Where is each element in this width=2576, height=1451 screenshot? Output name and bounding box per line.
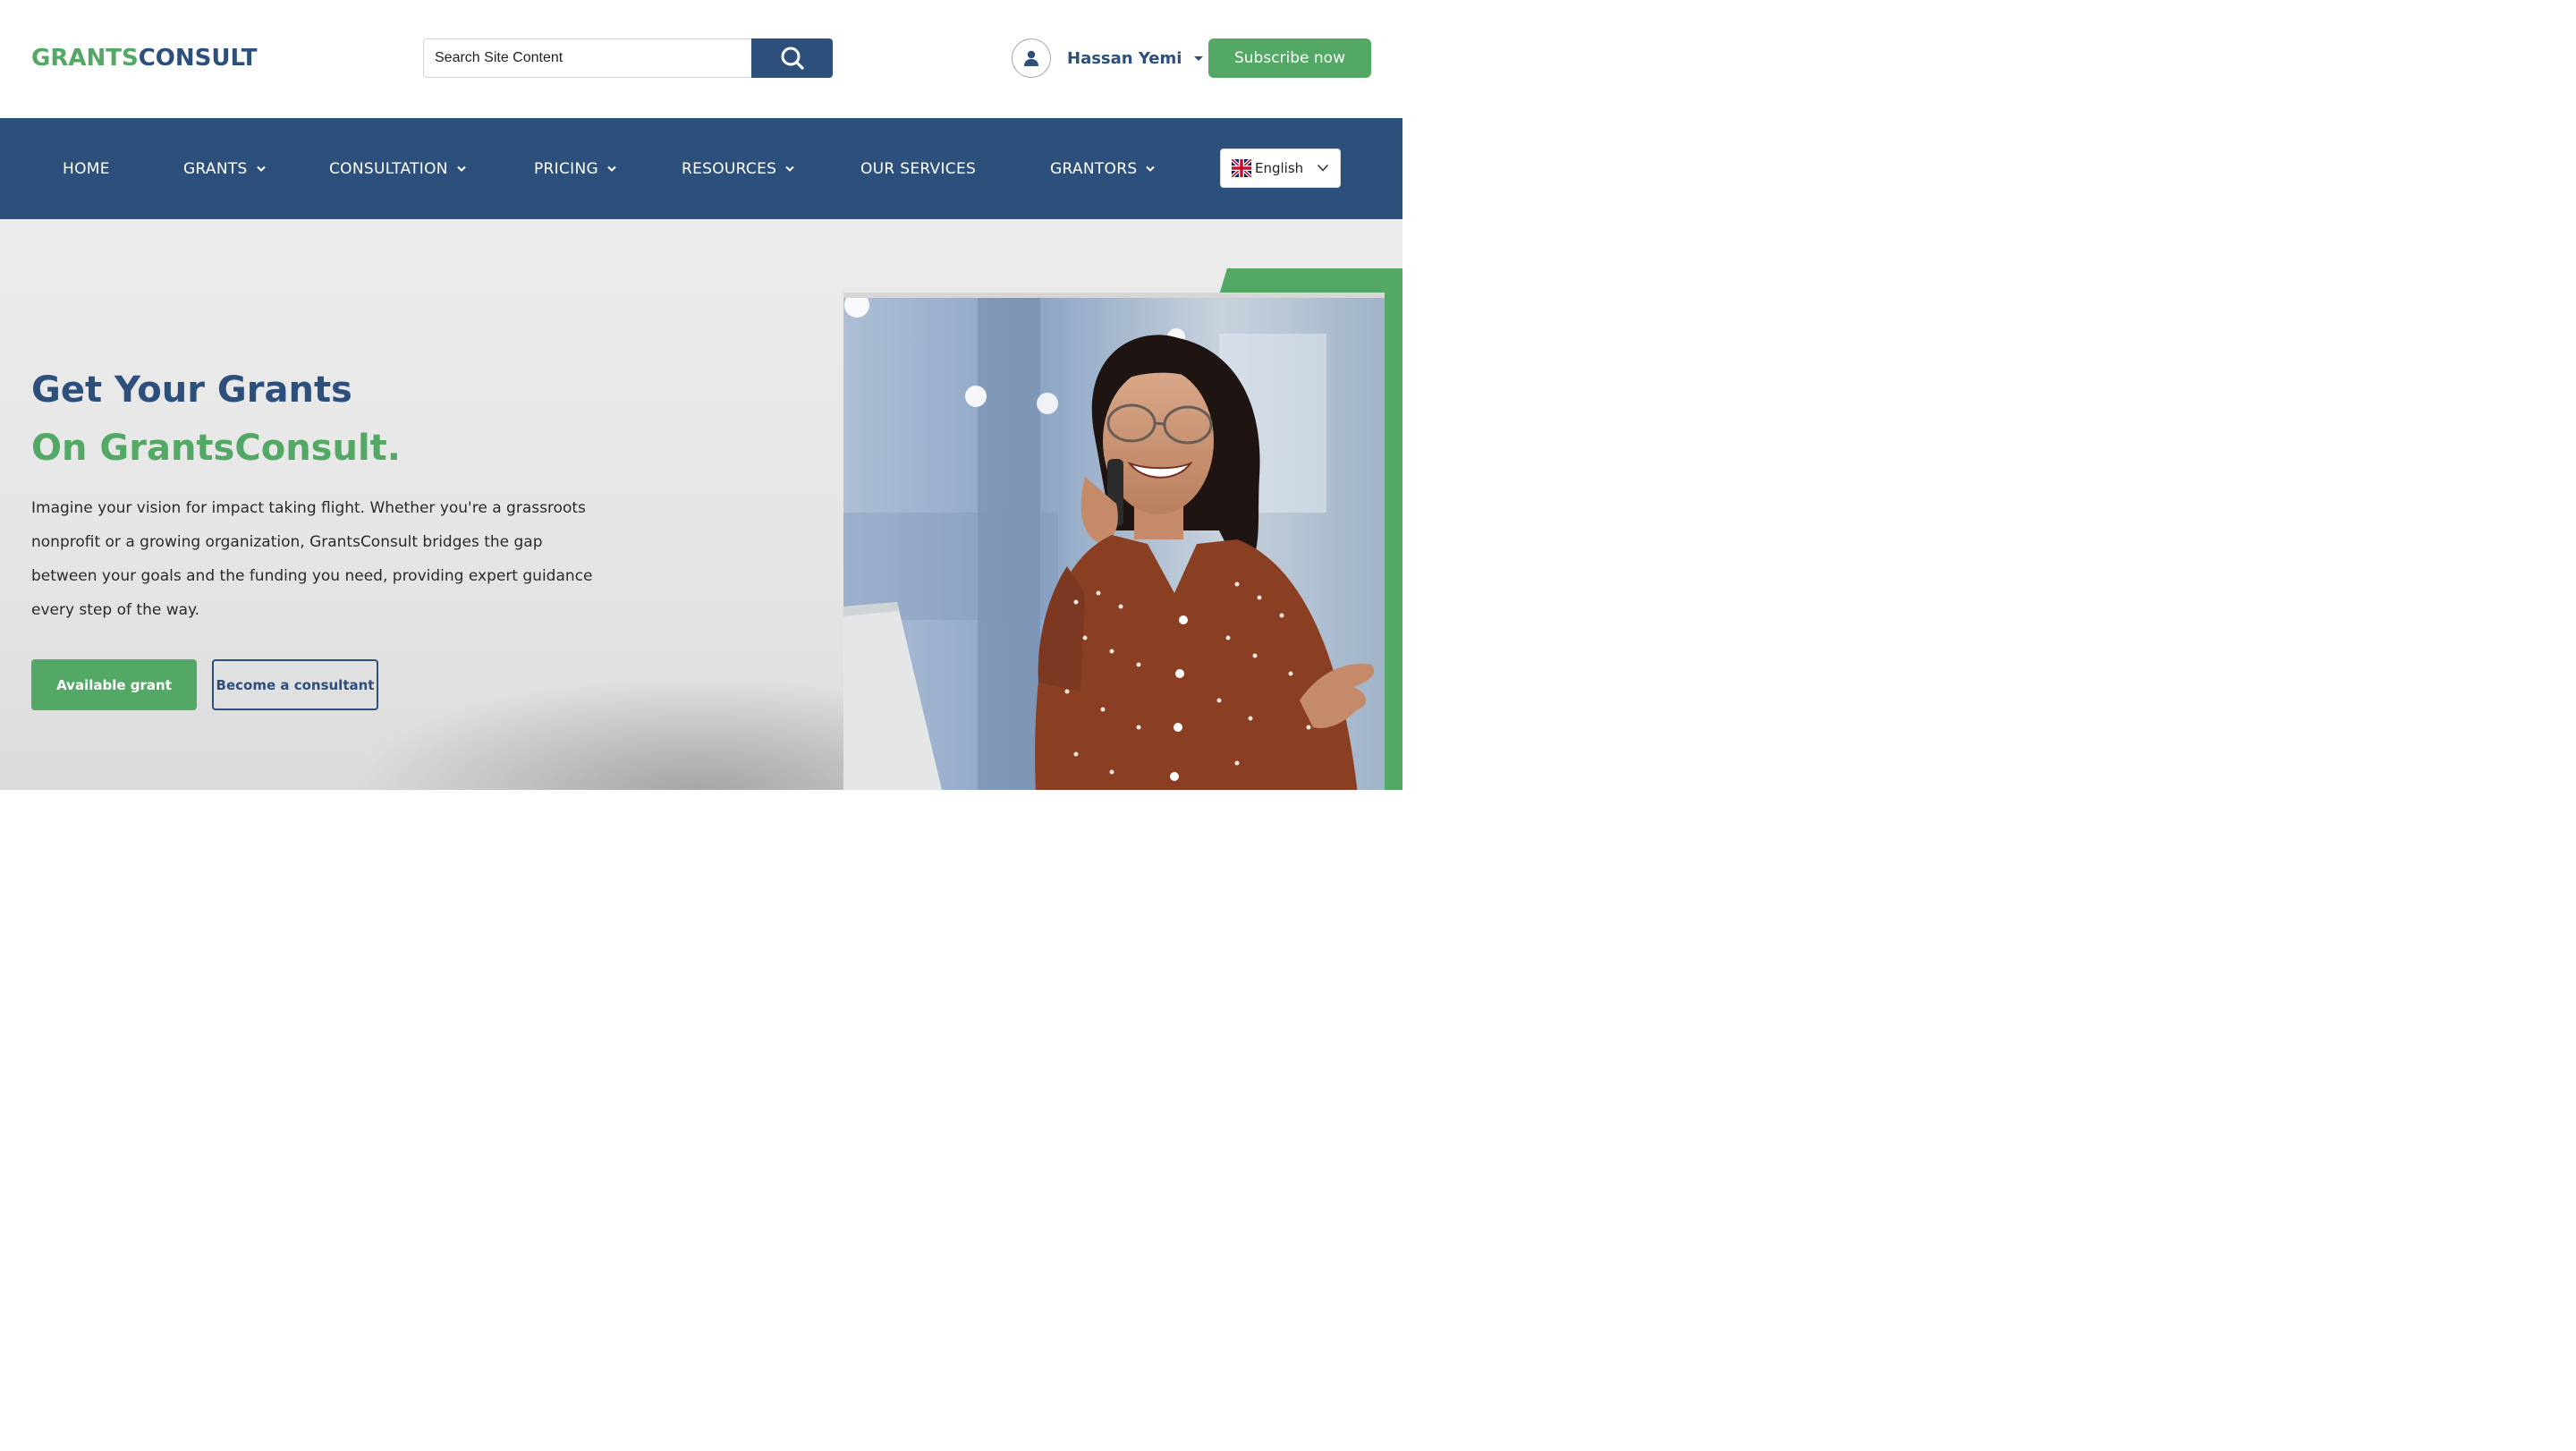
logo-text-grants: GRANTS	[31, 45, 139, 72]
nav-item-consultation[interactable]: CONSULTATION	[329, 118, 466, 219]
hero-image	[843, 293, 1385, 790]
nav-item-home[interactable]: HOME	[63, 118, 110, 219]
caret-down-icon[interactable]	[1194, 55, 1204, 61]
chevron-down-icon	[1317, 164, 1329, 172]
hero-photo-illustration	[843, 298, 1385, 790]
avatar[interactable]	[1012, 38, 1051, 78]
language-label: English	[1255, 160, 1304, 176]
nav-item-resources[interactable]: RESOURCES	[682, 118, 794, 219]
site-header: GRANTSCONSULT Hassan Yemi Subscribe now	[0, 0, 1402, 118]
nav-item-label: GRANTORS	[1050, 159, 1138, 178]
hero-title: Get Your Grants	[31, 369, 352, 411]
chevron-down-icon	[256, 165, 266, 172]
nav-item-label: PRICING	[534, 159, 598, 178]
chevron-down-icon	[785, 165, 794, 172]
chevron-down-icon	[457, 165, 466, 172]
nav-item-label: CONSULTATION	[329, 159, 448, 178]
available-grant-button[interactable]: Available grant	[31, 659, 197, 710]
site-logo[interactable]: GRANTSCONSULT	[31, 44, 258, 72]
become-consultant-button[interactable]: Become a consultant	[212, 659, 378, 710]
subscribe-button[interactable]: Subscribe now	[1208, 38, 1371, 78]
user-name[interactable]: Hassan Yemi	[1067, 49, 1182, 68]
nav-item-pricing[interactable]: PRICING	[534, 118, 616, 219]
nav-item-label: RESOURCES	[682, 159, 777, 178]
nav-item-label: HOME	[63, 159, 110, 178]
user-icon	[1024, 50, 1038, 66]
nav-item-our-services[interactable]: OUR SERVICES	[860, 118, 976, 219]
chevron-down-icon	[607, 165, 616, 172]
hero-subtitle: On GrantsConsult.	[31, 428, 401, 469]
search-bar	[423, 38, 833, 78]
logo-text-consult: CONSULT	[138, 45, 258, 72]
nav-item-grants[interactable]: GRANTS	[183, 118, 266, 219]
hero-section: Get Your Grants On GrantsConsult. Imagin…	[0, 219, 1402, 790]
language-selector[interactable]: English	[1220, 148, 1341, 188]
user-menu[interactable]: Hassan Yemi	[1012, 38, 1204, 78]
nav-item-label: GRANTS	[183, 159, 248, 178]
main-nav: HOME GRANTS CONSULTATION PRICING RESOURC…	[0, 118, 1402, 219]
hero-description: Imagine your vision for impact taking fl…	[31, 499, 593, 619]
search-input[interactable]	[423, 38, 751, 78]
uk-flag-icon	[1232, 159, 1251, 177]
search-icon	[781, 47, 804, 70]
nav-item-grantors[interactable]: GRANTORS	[1050, 118, 1156, 219]
search-button[interactable]	[751, 38, 833, 78]
chevron-down-icon	[1146, 165, 1156, 172]
nav-item-label: OUR SERVICES	[860, 159, 977, 178]
